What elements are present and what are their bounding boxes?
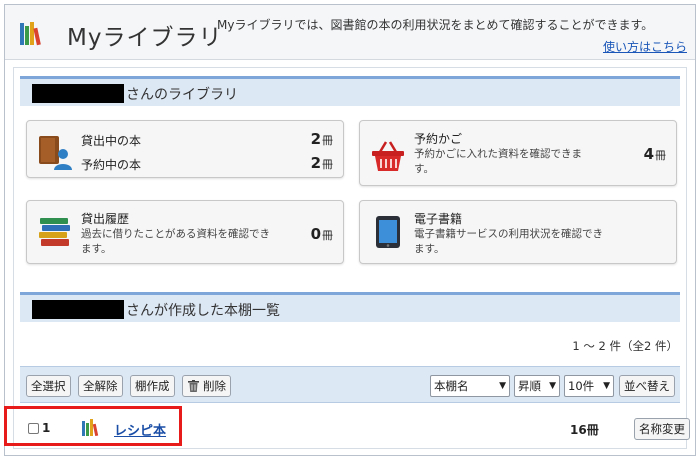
sort-field-select[interactable]: 本棚名 ▼ [430, 375, 510, 397]
shelf-section-title: さんが作成した本棚一覧 [20, 292, 680, 322]
delete-button[interactable]: 削除 [182, 375, 231, 397]
loan-history-card[interactable]: 貸出履歴 過去に借りたことがある資料を確認できます。 0冊 [26, 200, 344, 264]
reserve-label: 予約中の本 [81, 158, 142, 172]
sort-field-value: 本棚名 [434, 379, 469, 393]
mylibrary-window: Myライブラリ Myライブラリでは、図書館の本の利用状況をまとめて確認することが… [4, 4, 696, 456]
loans-label: 貸出中の本 [81, 134, 142, 148]
ebook-card[interactable]: 電子書籍 電子書籍サービスの利用状況を確認できます。 [359, 200, 677, 264]
reservation-cart-card[interactable]: 予約かご 予約かごに入れた資料を確認できます。 4冊 [359, 120, 677, 186]
shelf-toolbar: 全選択 全解除 棚作成 削除 本棚名 ▼ 昇順 ▼ 10件 ▼ 並べ替え [20, 366, 680, 403]
delete-label: 削除 [203, 379, 226, 393]
loans-count: 2冊 [310, 130, 333, 148]
history-count: 0冊 [310, 225, 333, 243]
page-header: Myライブラリ Myライブラリでは、図書館の本の利用状況をまとめて確認することが… [5, 5, 695, 60]
page-title: Myライブラリ [67, 25, 223, 51]
cart-label: 予約かご [414, 132, 463, 146]
ebook-label: 電子書籍 [414, 212, 463, 226]
per-page-value: 10件 [568, 379, 595, 393]
shelf-book-count: 16冊 [570, 423, 599, 437]
book-stack-icon [39, 218, 70, 246]
highlight-box [4, 406, 182, 446]
book-person-icon [39, 136, 72, 170]
chevron-down-icon: ▼ [549, 381, 556, 391]
library-title-text: さんのライブラリ [126, 87, 238, 103]
create-shelf-button[interactable]: 棚作成 [130, 375, 175, 397]
loans-card[interactable]: 貸出中の本 2冊 予約中の本 2冊 [26, 120, 344, 178]
library-section-title: さんのライブラリ [20, 76, 680, 106]
cart-count: 4冊 [643, 145, 666, 163]
page-description: Myライブラリでは、図書館の本の利用状況をまとめて確認することができます。 [217, 18, 654, 32]
redacted-username [32, 84, 124, 103]
library-logo-icon [20, 22, 41, 46]
help-link[interactable]: 使い方はこちら [603, 38, 687, 55]
shelf-title-text: さんが作成した本棚一覧 [126, 303, 280, 319]
history-description: 過去に借りたことがある資料を確認できます。 [81, 228, 270, 255]
history-label: 貸出履歴 [81, 212, 130, 226]
chevron-down-icon: ▼ [603, 381, 610, 391]
basket-icon [372, 141, 404, 171]
select-all-button[interactable]: 全選択 [26, 375, 71, 397]
sort-button[interactable]: 並べ替え [619, 375, 675, 397]
sort-order-value: 昇順 [518, 379, 541, 393]
per-page-select[interactable]: 10件 ▼ [564, 375, 614, 397]
tablet-icon [376, 216, 400, 248]
trash-icon [188, 380, 199, 392]
chevron-down-icon: ▼ [499, 381, 506, 391]
sort-order-select[interactable]: 昇順 ▼ [514, 375, 560, 397]
library-panel: さんのライブラリ 貸出中の本 2冊 予約中の本 2冊 予約かご 予約かごに入れた… [13, 67, 690, 449]
deselect-all-button[interactable]: 全解除 [78, 375, 123, 397]
rename-button[interactable]: 名称変更 [634, 418, 690, 440]
cart-description: 予約かごに入れた資料を確認できます。 [414, 148, 582, 175]
ebook-description: 電子書籍サービスの利用状況を確認できます。 [414, 228, 603, 255]
redacted-username [32, 300, 124, 319]
reserve-count: 2冊 [310, 154, 333, 172]
result-count: 1 ～ 2 件（全2 件） [572, 339, 678, 353]
